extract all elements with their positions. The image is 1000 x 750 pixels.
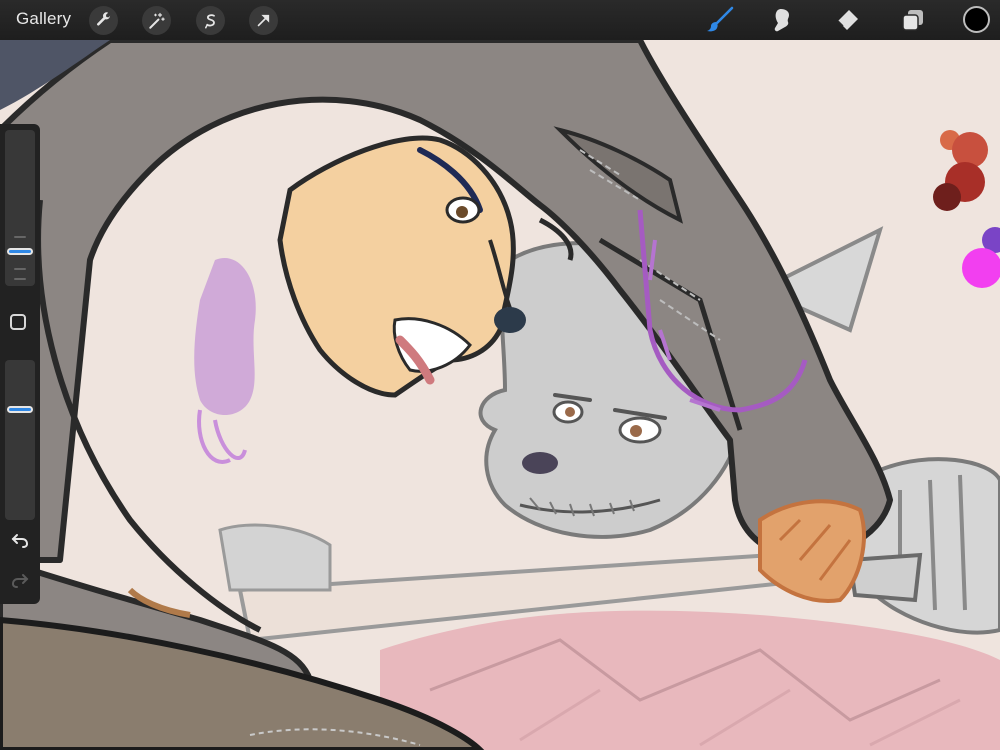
slider-tick (14, 278, 26, 280)
paint-button[interactable] (705, 5, 735, 35)
brush-size-slider[interactable] (5, 130, 35, 286)
adjustments-button[interactable] (142, 6, 171, 35)
magic-wand-icon (148, 12, 165, 29)
selection-icon (204, 13, 215, 28)
brush-opacity-thumb[interactable] (7, 406, 33, 413)
color-picker-button[interactable] (963, 6, 990, 33)
artwork-illustration (0, 40, 1000, 750)
redo-button[interactable] (7, 570, 33, 592)
wrench-icon (97, 12, 111, 26)
brush-opacity-slider[interactable] (5, 360, 35, 520)
selection-button[interactable] (196, 6, 225, 35)
gallery-button[interactable]: Gallery (16, 9, 71, 29)
top-toolbar: Gallery (0, 0, 1000, 40)
slider-tick (14, 236, 26, 238)
layers-button[interactable] (898, 5, 928, 35)
actions-button[interactable] (89, 6, 118, 35)
brush-icon (707, 6, 734, 32)
modifier-square-icon[interactable] (10, 314, 26, 330)
undo-icon (11, 534, 29, 548)
transform-button[interactable] (249, 6, 278, 35)
transform-arrow-icon (257, 14, 270, 27)
erase-button[interactable] (832, 5, 862, 35)
side-toolbar (0, 124, 40, 604)
eraser-icon (837, 10, 858, 30)
redo-icon (11, 574, 29, 588)
layers-icon (902, 10, 923, 31)
slider-tick (14, 268, 26, 270)
undo-button[interactable] (7, 530, 33, 552)
brush-size-thumb[interactable] (7, 248, 33, 255)
smudge-button[interactable] (768, 5, 798, 35)
smudge-icon (774, 9, 789, 32)
drawing-canvas[interactable] (0, 40, 1000, 750)
